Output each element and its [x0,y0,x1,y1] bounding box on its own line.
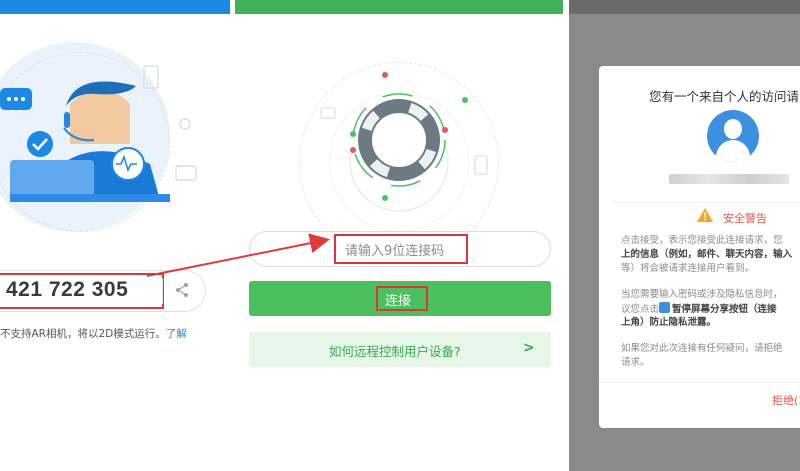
para2-line3-bold: 上角）防止隐私泄露。 [621,317,717,328]
dialog-title: 您有一个来自个人的访问请 [649,89,800,104]
share-divider [162,278,163,304]
ar-note-text: 不支持AR相机，将以2D模式运行。 [0,328,166,340]
access-request-dialog: 您有一个来自个人的访问请 安全警告 点击接受，表示您接受此连接请求，您 上的信息… [599,66,800,428]
pause-share-icon [659,302,671,313]
code-input-placeholder: 请输入9位连接码 [345,244,445,259]
connect-button-label: 连接 [385,294,412,309]
remote-connect-panel: 请输入9位连接码 连接 如何远程控制用户设备? > [235,0,563,471]
ar-learn-link[interactable]: 了解 [166,328,187,340]
para2-line2: 议您点击 暂停屏幕分享按钮（连接 [621,302,777,317]
avatar [707,110,759,162]
share-icon[interactable] [174,282,190,298]
warning-title: 安全警告 [723,212,767,225]
para3-line1: 如果您对此次连接有任何疑问，请拒绝 [621,343,783,354]
para2-line1: 当您需要输入密码或涉及隐私信息时， [621,289,783,300]
chevron-right-icon: > [523,340,535,356]
para2-line2-bold: 暂停屏幕分享按钮（连接 [672,304,777,315]
connection-code: 421 722 305 [6,278,129,301]
para2-line3: 上角）防止隐私泄露。 [621,316,716,330]
dialog-footer-divider [599,382,800,383]
para1-line1: 点击接受，表示您接受此连接请求，您 [621,235,783,246]
avatar-body [716,140,750,162]
para1-line2-text: 上的信息（例如，邮件、聊天内容，输入 [621,249,793,260]
para1-line2: 上的信息（例如，邮件、聊天内容，输入 [621,248,792,262]
reject-button[interactable]: 拒绝(18s) [772,392,800,408]
screen-share-panel: 421 722 305 不支持AR相机，将以2D模式运行。了解 [0,0,230,471]
dialog-divider [613,202,800,203]
status-bar [0,0,230,14]
warning-icon [697,208,713,222]
status-bar [235,0,563,14]
para1-line3: 等）将会被请求连接用户看到。 [621,263,755,274]
para2-line2-pre: 议您点击 [621,304,660,315]
blurred-user-id [669,174,789,184]
ar-note: 不支持AR相机，将以2D模式运行。了解 [0,326,187,341]
support-agent-illustration [0,65,197,202]
access-request-panel: 您有一个来自个人的访问请 安全警告 点击接受，表示您接受此连接请求，您 上的信息… [569,0,800,471]
para3-line2: 请求。 [621,357,650,368]
avatar-head [724,119,742,139]
howto-label: 如何远程控制用户设备? [329,344,461,359]
status-bar [569,0,800,14]
lifebuoy-illustration [320,72,488,201]
